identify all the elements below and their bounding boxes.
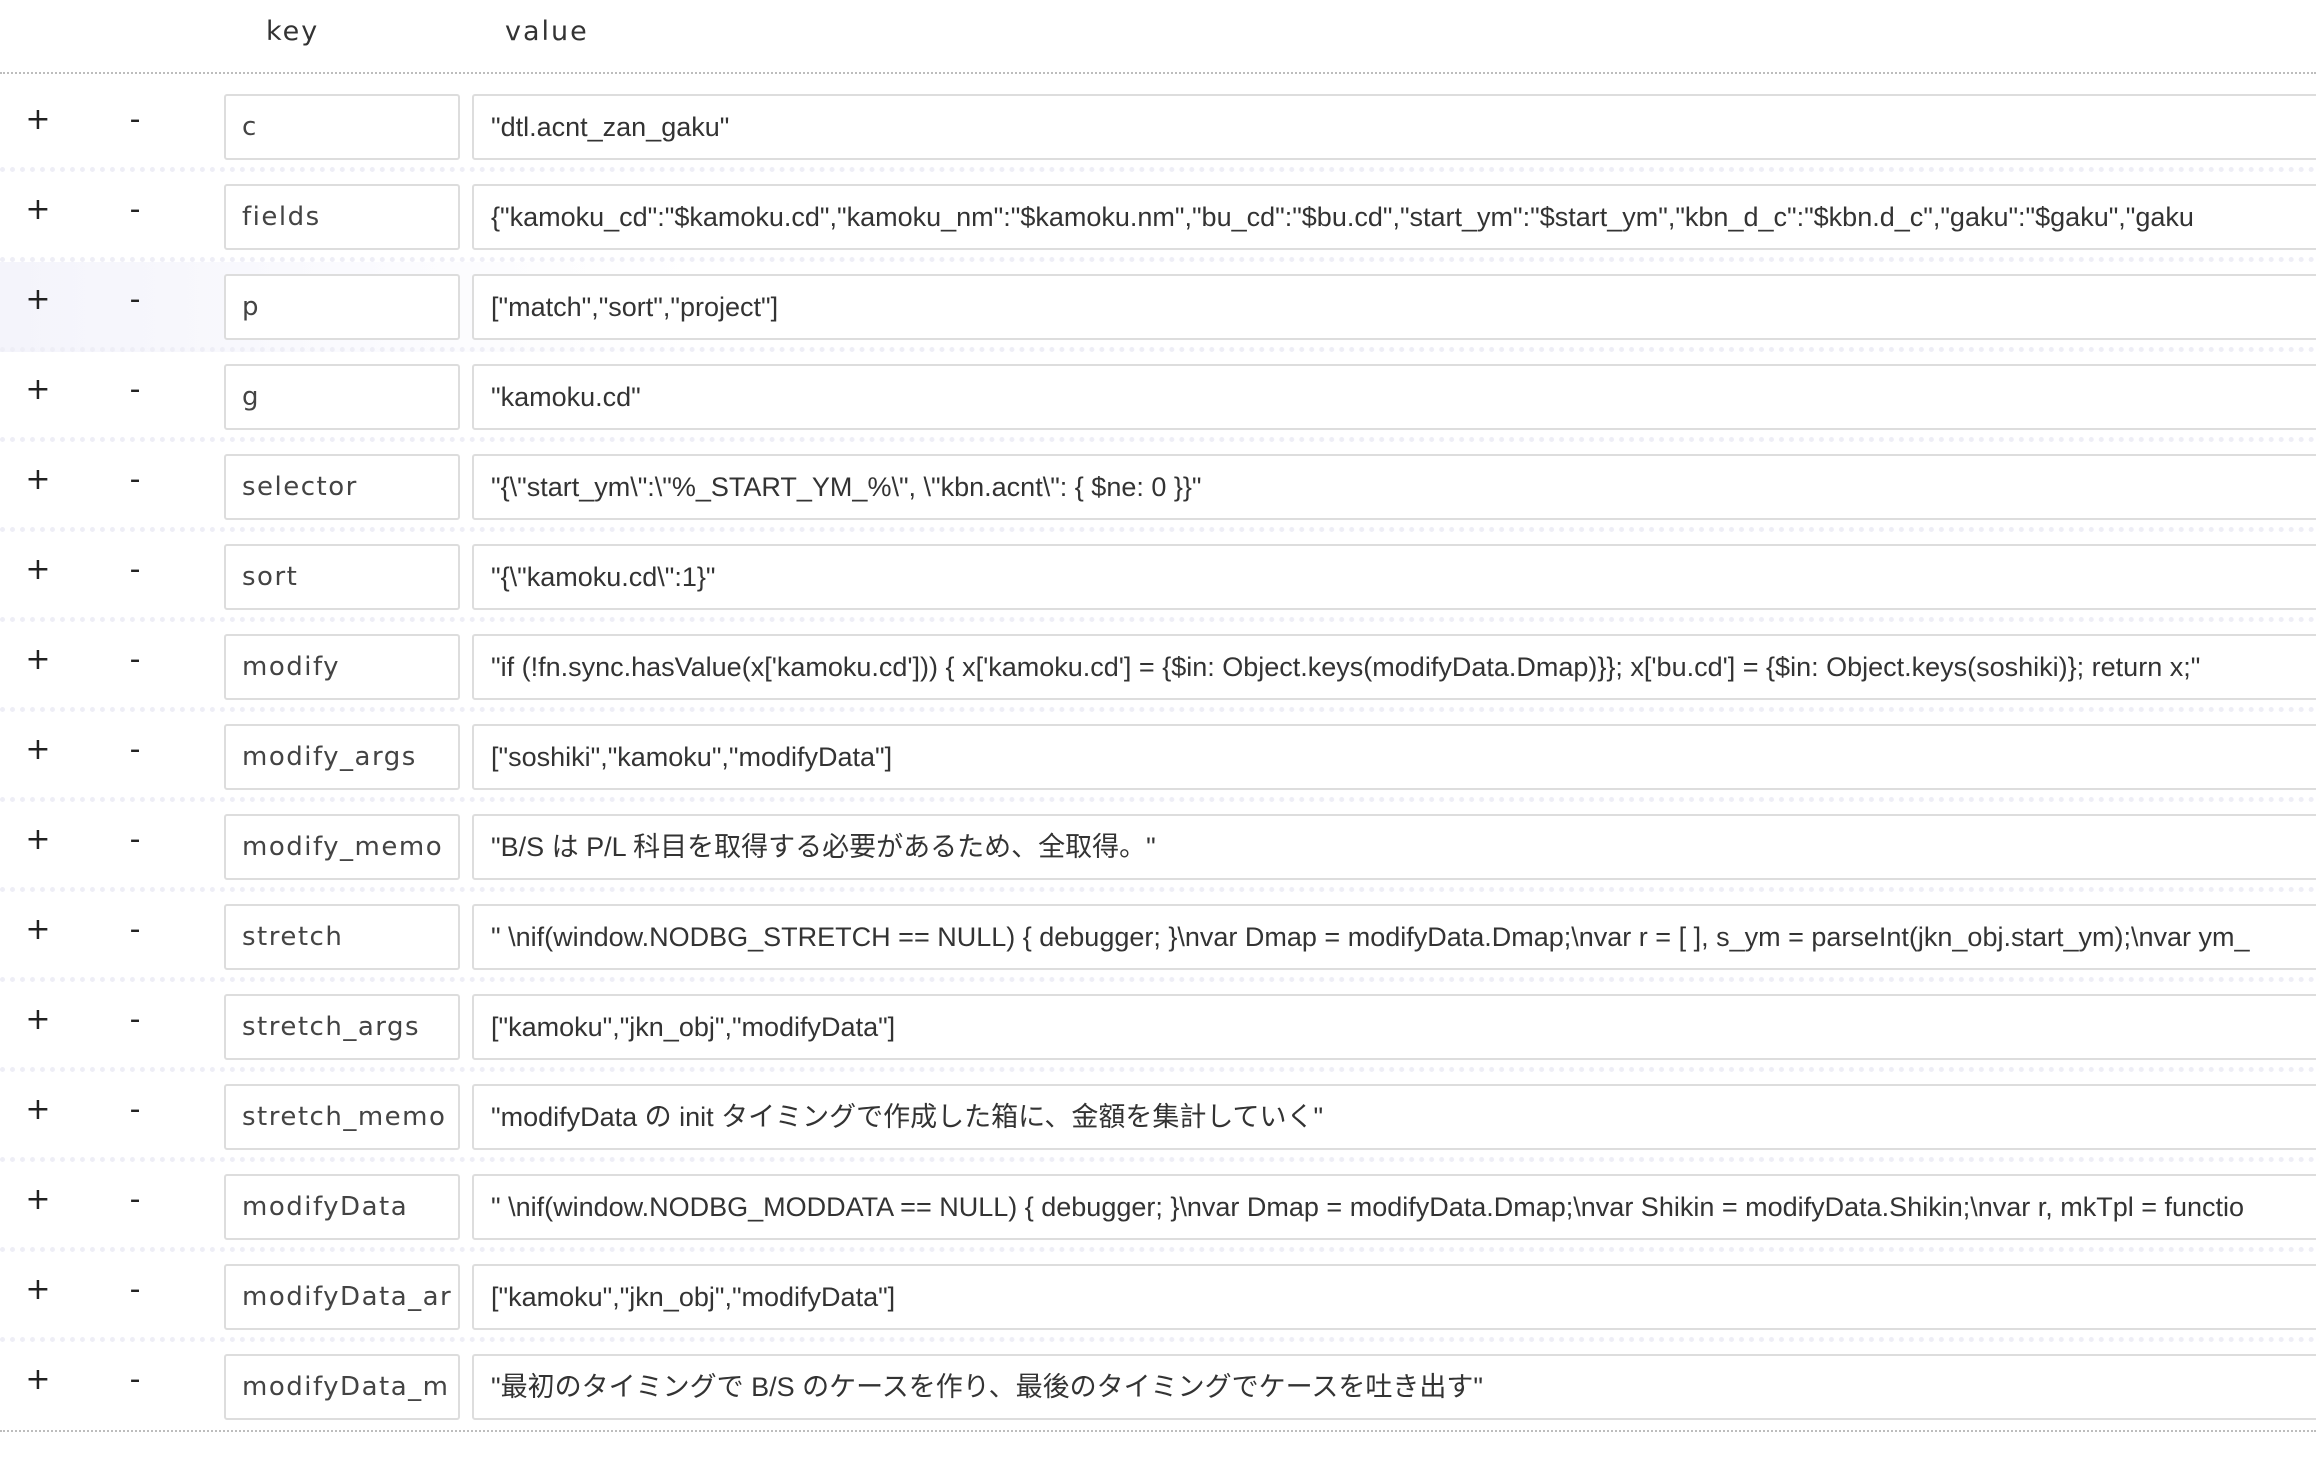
remove-row-button[interactable]: - <box>115 1270 155 1310</box>
add-row-button[interactable]: + <box>18 100 58 140</box>
value-input[interactable]: ["kamoku","jkn_obj","modifyData"] <box>472 994 2316 1060</box>
add-row-button[interactable]: + <box>18 370 58 410</box>
table-row: + - c "dtl.acnt_zan_gaku" <box>0 82 2316 172</box>
add-row-button[interactable]: + <box>18 640 58 680</box>
value-input[interactable]: " \nif(window.NODBG_STRETCH == NULL) { d… <box>472 904 2316 970</box>
remove-row-button[interactable]: - <box>115 1090 155 1130</box>
key-input[interactable]: p <box>224 274 460 340</box>
add-row-button[interactable]: + <box>18 1180 58 1220</box>
add-row-button[interactable]: + <box>18 820 58 860</box>
table-row: + - modify_args ["soshiki","kamoku","modify… <box>0 712 2316 802</box>
key-input[interactable]: stretch_args <box>224 994 460 1060</box>
remove-row-button[interactable]: - <box>115 460 155 500</box>
key-input[interactable]: fields <box>224 184 460 250</box>
key-input[interactable]: modify <box>224 634 460 700</box>
add-row-button[interactable]: + <box>18 190 58 230</box>
add-row-button[interactable]: + <box>18 1000 58 1040</box>
key-input[interactable]: c <box>224 94 460 160</box>
remove-row-button[interactable]: - <box>115 550 155 590</box>
key-input[interactable]: sort <box>224 544 460 610</box>
key-input[interactable]: g <box>224 364 460 430</box>
key-value-editor: key value + - c "dtl.acnt_zan_gaku" + - fields… <box>0 0 2316 1476</box>
table-row: + - modifyData_m "最初のタイミングで B/S のケースを作り、最後の… <box>0 1342 2316 1432</box>
value-input[interactable]: " \nif(window.NODBG_MODDATA == NULL) { d… <box>472 1174 2316 1240</box>
value-input[interactable]: "modifyData の init タイミングで作成した箱に、金額を集計してい… <box>472 1084 2316 1150</box>
key-column-header: key <box>266 16 320 47</box>
remove-row-button[interactable]: - <box>115 280 155 320</box>
value-column-header: value <box>505 16 589 47</box>
key-input[interactable]: selector <box>224 454 460 520</box>
table-row: + - sort "{\"kamoku.cd\":1}" <box>0 532 2316 622</box>
key-input[interactable]: stretch <box>224 904 460 970</box>
add-row-button[interactable]: + <box>18 550 58 590</box>
table-row: + - modify "if (!fn.sync.hasValue(x['kamoku… <box>0 622 2316 712</box>
key-input[interactable]: modifyData <box>224 1174 460 1240</box>
value-input[interactable]: "dtl.acnt_zan_gaku" <box>472 94 2316 160</box>
add-row-button[interactable]: + <box>18 1090 58 1130</box>
remove-row-button[interactable]: - <box>115 100 155 140</box>
add-row-button[interactable]: + <box>18 910 58 950</box>
table-row: + - modify_memo "B/S は P/L 科目を取得する必要があるため、全… <box>0 802 2316 892</box>
table-row: + - stretch_args ["kamoku","jkn_obj","modif… <box>0 982 2316 1072</box>
add-row-button[interactable]: + <box>18 1270 58 1310</box>
value-input[interactable]: ["kamoku","jkn_obj","modifyData"] <box>472 1264 2316 1330</box>
add-row-button[interactable]: + <box>18 460 58 500</box>
value-input[interactable]: "{\"start_ym\":\"%_START_YM_%\", \"kbn.a… <box>472 454 2316 520</box>
row-list: + - c "dtl.acnt_zan_gaku" + - fields {"kamoku_c… <box>0 82 2316 1432</box>
remove-row-button[interactable]: - <box>115 730 155 770</box>
key-input[interactable]: modifyData_ar <box>224 1264 460 1330</box>
remove-row-button[interactable]: - <box>115 370 155 410</box>
value-input[interactable]: ["soshiki","kamoku","modifyData"] <box>472 724 2316 790</box>
remove-row-button[interactable]: - <box>115 910 155 950</box>
table-row: + - g "kamoku.cd" <box>0 352 2316 442</box>
remove-row-button[interactable]: - <box>115 640 155 680</box>
table-row: + - selector "{\"start_ym\":\"%_START_YM_%\… <box>0 442 2316 532</box>
add-row-button[interactable]: + <box>18 1360 58 1400</box>
value-input[interactable]: "B/S は P/L 科目を取得する必要があるため、全取得。" <box>472 814 2316 880</box>
table-row: + - modifyData_ar ["kamoku","jkn_obj","modi… <box>0 1252 2316 1342</box>
table-row: + - stretch_memo "modifyData の init タイミングで作… <box>0 1072 2316 1162</box>
value-input[interactable]: "kamoku.cd" <box>472 364 2316 430</box>
remove-row-button[interactable]: - <box>115 1000 155 1040</box>
table-row: + - p ["match","sort","project"] <box>0 262 2316 352</box>
remove-row-button[interactable]: - <box>115 1180 155 1220</box>
key-input[interactable]: modifyData_m <box>224 1354 460 1420</box>
add-row-button[interactable]: + <box>18 280 58 320</box>
remove-row-button[interactable]: - <box>115 820 155 860</box>
value-input[interactable]: {"kamoku_cd":"$kamoku.cd","kamoku_nm":"$… <box>472 184 2316 250</box>
table-row: + - modifyData " \nif(window.NODBG_MODDATA … <box>0 1162 2316 1252</box>
table-header: key value <box>0 0 2316 74</box>
key-input[interactable]: stretch_memo <box>224 1084 460 1150</box>
add-row-button[interactable]: + <box>18 730 58 770</box>
table-row: + - fields {"kamoku_cd":"$kamoku.cd","kamok… <box>0 172 2316 262</box>
value-input[interactable]: "{\"kamoku.cd\":1}" <box>472 544 2316 610</box>
key-input[interactable]: modify_memo <box>224 814 460 880</box>
remove-row-button[interactable]: - <box>115 1360 155 1400</box>
table-row: + - stretch " \nif(window.NODBG_STRETCH == … <box>0 892 2316 982</box>
value-input[interactable]: ["match","sort","project"] <box>472 274 2316 340</box>
remove-row-button[interactable]: - <box>115 190 155 230</box>
value-input[interactable]: "最初のタイミングで B/S のケースを作り、最後のタイミングでケースを吐き出す… <box>472 1354 2316 1420</box>
value-input[interactable]: "if (!fn.sync.hasValue(x['kamoku.cd'])) … <box>472 634 2316 700</box>
key-input[interactable]: modify_args <box>224 724 460 790</box>
